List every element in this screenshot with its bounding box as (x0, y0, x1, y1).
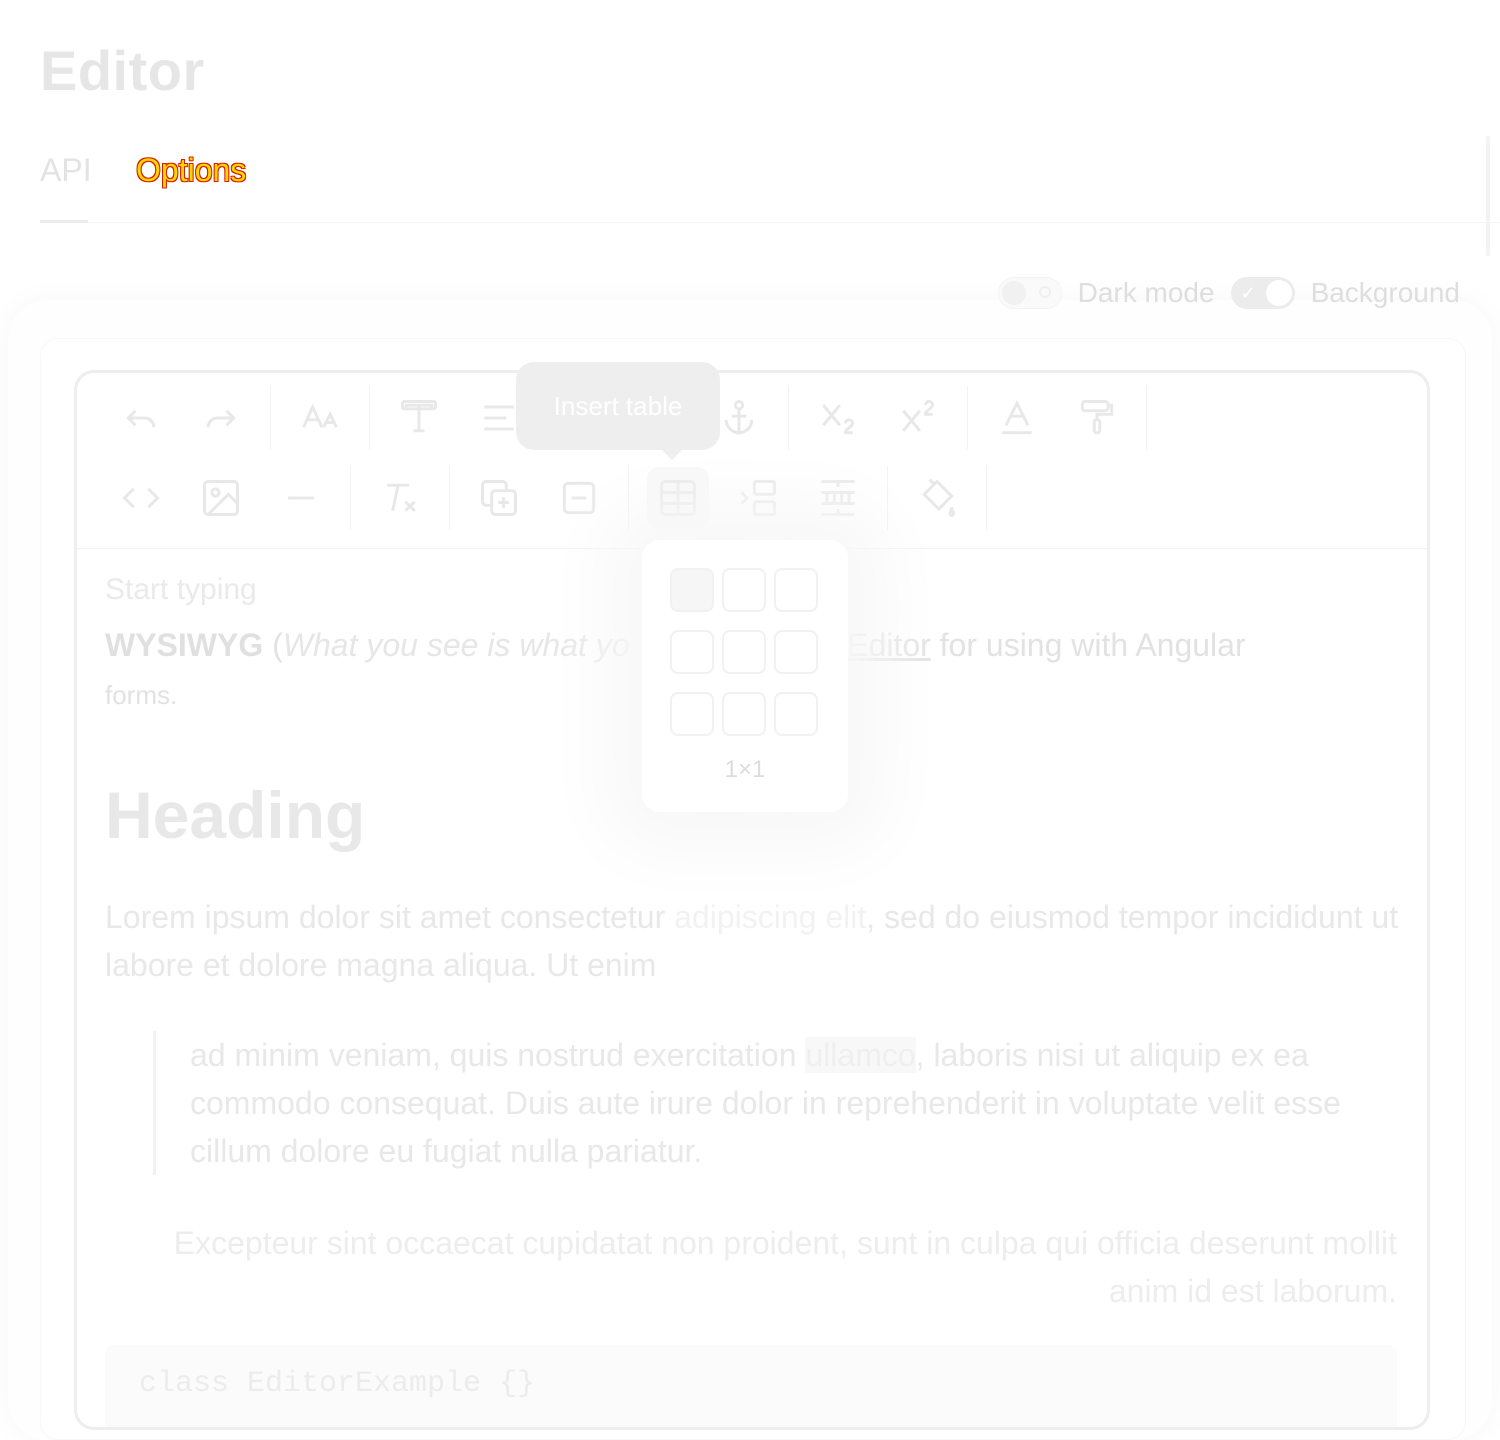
merge-cells-button[interactable] (807, 467, 869, 529)
active-tab-indicator (40, 220, 88, 223)
toolbar-divider (350, 466, 351, 530)
table-cell-r1-c1[interactable] (670, 568, 714, 612)
toolbar-divider (986, 466, 987, 530)
toolbar-divider (369, 386, 370, 450)
subscript-button[interactable] (807, 387, 869, 449)
dark-mode-toggle-item: Dark mode (997, 277, 1215, 309)
insert-table-button[interactable] (647, 467, 709, 529)
horizontal-rule-icon (288, 496, 314, 500)
paren-text: ( (263, 627, 283, 663)
editor-placeholder: Start typing (105, 573, 257, 606)
font-size-icon (302, 403, 338, 428)
add-row-icon (481, 480, 517, 516)
toolbar-divider (449, 466, 450, 530)
highlighted-text: adipiscing elit (674, 899, 867, 935)
toolbar-divider (270, 386, 271, 450)
toolbar-divider (628, 466, 629, 530)
undo-button[interactable] (110, 387, 172, 449)
content-heading: Heading (105, 778, 366, 852)
subscript-icon (822, 404, 855, 435)
image-icon (203, 480, 239, 516)
toolbar-divider (887, 466, 888, 530)
dark-mode-switch[interactable] (997, 277, 1062, 309)
background-label: Background (1310, 277, 1460, 308)
lorem-paragraph: Lorem ipsum dolor sit amet consectetur a… (105, 893, 1405, 989)
remove-row-button[interactable] (548, 467, 610, 529)
blockquote: ad minim veniam, quis nostrud exercitati… (153, 1031, 1410, 1175)
paint-roller-icon (1080, 400, 1114, 435)
wysiwyg-editor: Start typing WYSIWYG (What you see is wh… (74, 370, 1430, 1430)
table-cell-r2-c2[interactable] (722, 630, 766, 674)
font-size-button[interactable] (289, 387, 351, 449)
remove-row-icon (562, 481, 596, 515)
toolbar-divider (1146, 386, 1147, 450)
table-cell-r3-c1[interactable] (670, 692, 714, 736)
clear-format-icon (387, 483, 416, 512)
text-color-icon (1002, 400, 1032, 435)
background-switch[interactable]: ✓ (1230, 277, 1295, 309)
quote-text: ad minim veniam, quis nostrud exercitati… (190, 1037, 806, 1073)
right-aligned-paragraph: Excepteur sint occaecat cupidatat non pr… (173, 1225, 1397, 1309)
cell-fill-icon (922, 478, 955, 517)
dark-mode-label: Dark mode (1077, 277, 1215, 308)
tooltip-arrow (660, 448, 684, 460)
tab-bar: API Options (40, 140, 1500, 223)
toolbar-row-2 (101, 466, 996, 530)
switch-knob (1265, 280, 1292, 306)
bold-text: WYSIWYG (105, 627, 264, 663)
table-size-label: 1×1 (724, 756, 766, 783)
superscript-icon (902, 400, 935, 432)
switch-knob (1001, 281, 1026, 305)
insert-column-icon (740, 480, 776, 516)
insert-table-icon (660, 480, 696, 516)
toolbar-divider (788, 386, 789, 450)
merge-cells-icon (821, 480, 855, 516)
table-cell-r2-c3[interactable] (774, 630, 818, 674)
code-block: class EditorExample {} (105, 1345, 1397, 1427)
lorem-text: Lorem ipsum dolor sit amet consectetur (105, 899, 675, 935)
font-style-button[interactable] (388, 387, 450, 449)
clear-format-button[interactable] (369, 467, 431, 529)
table-cell-r1-c3[interactable] (774, 568, 818, 612)
horizontal-rule-button[interactable] (270, 467, 332, 529)
scrollbar[interactable] (1486, 136, 1490, 256)
table-size-picker: 1×1 (642, 540, 848, 812)
switch-off-mark (1038, 286, 1051, 298)
table-cell-r2-c1[interactable] (670, 630, 714, 674)
page-title: Editor (40, 39, 205, 102)
undo-icon (126, 409, 156, 428)
italic-text: What you see is what yo (282, 627, 630, 663)
background-toggle-item: ✓ Background (1230, 277, 1460, 309)
insert-table-tooltip: Insert table (516, 362, 720, 450)
paint-roller-button[interactable] (1066, 387, 1128, 449)
code-button[interactable] (110, 467, 172, 529)
toolbar-divider (967, 386, 968, 450)
table-cell-r1-c2[interactable] (722, 568, 766, 612)
superscript-button[interactable] (887, 387, 949, 449)
insert-column-button[interactable] (727, 467, 789, 529)
image-button[interactable] (190, 467, 252, 529)
table-cell-r3-c2[interactable] (722, 692, 766, 736)
anchor-icon (724, 400, 754, 435)
check-icon: ✓ (1240, 283, 1256, 303)
tab-api[interactable]: API (40, 150, 92, 190)
add-row-button[interactable] (468, 467, 530, 529)
tab-options[interactable]: Options (136, 150, 246, 190)
demo-toggles: Dark mode ✓ Background (997, 276, 1460, 310)
table-cell-r3-c3[interactable] (774, 692, 818, 736)
editor-toolbar (77, 373, 1427, 549)
intro-small-text: forms. (105, 680, 178, 710)
redo-button[interactable] (190, 387, 252, 449)
text-color-button[interactable] (986, 387, 1048, 449)
align-icon (484, 405, 514, 431)
redo-icon (206, 409, 236, 428)
font-style-icon (401, 400, 437, 433)
cell-fill-button[interactable] (906, 467, 968, 529)
intro-tail-text: for using with Angular (930, 627, 1246, 663)
inline-code: ullamco (805, 1037, 916, 1073)
code-icon (122, 487, 160, 509)
